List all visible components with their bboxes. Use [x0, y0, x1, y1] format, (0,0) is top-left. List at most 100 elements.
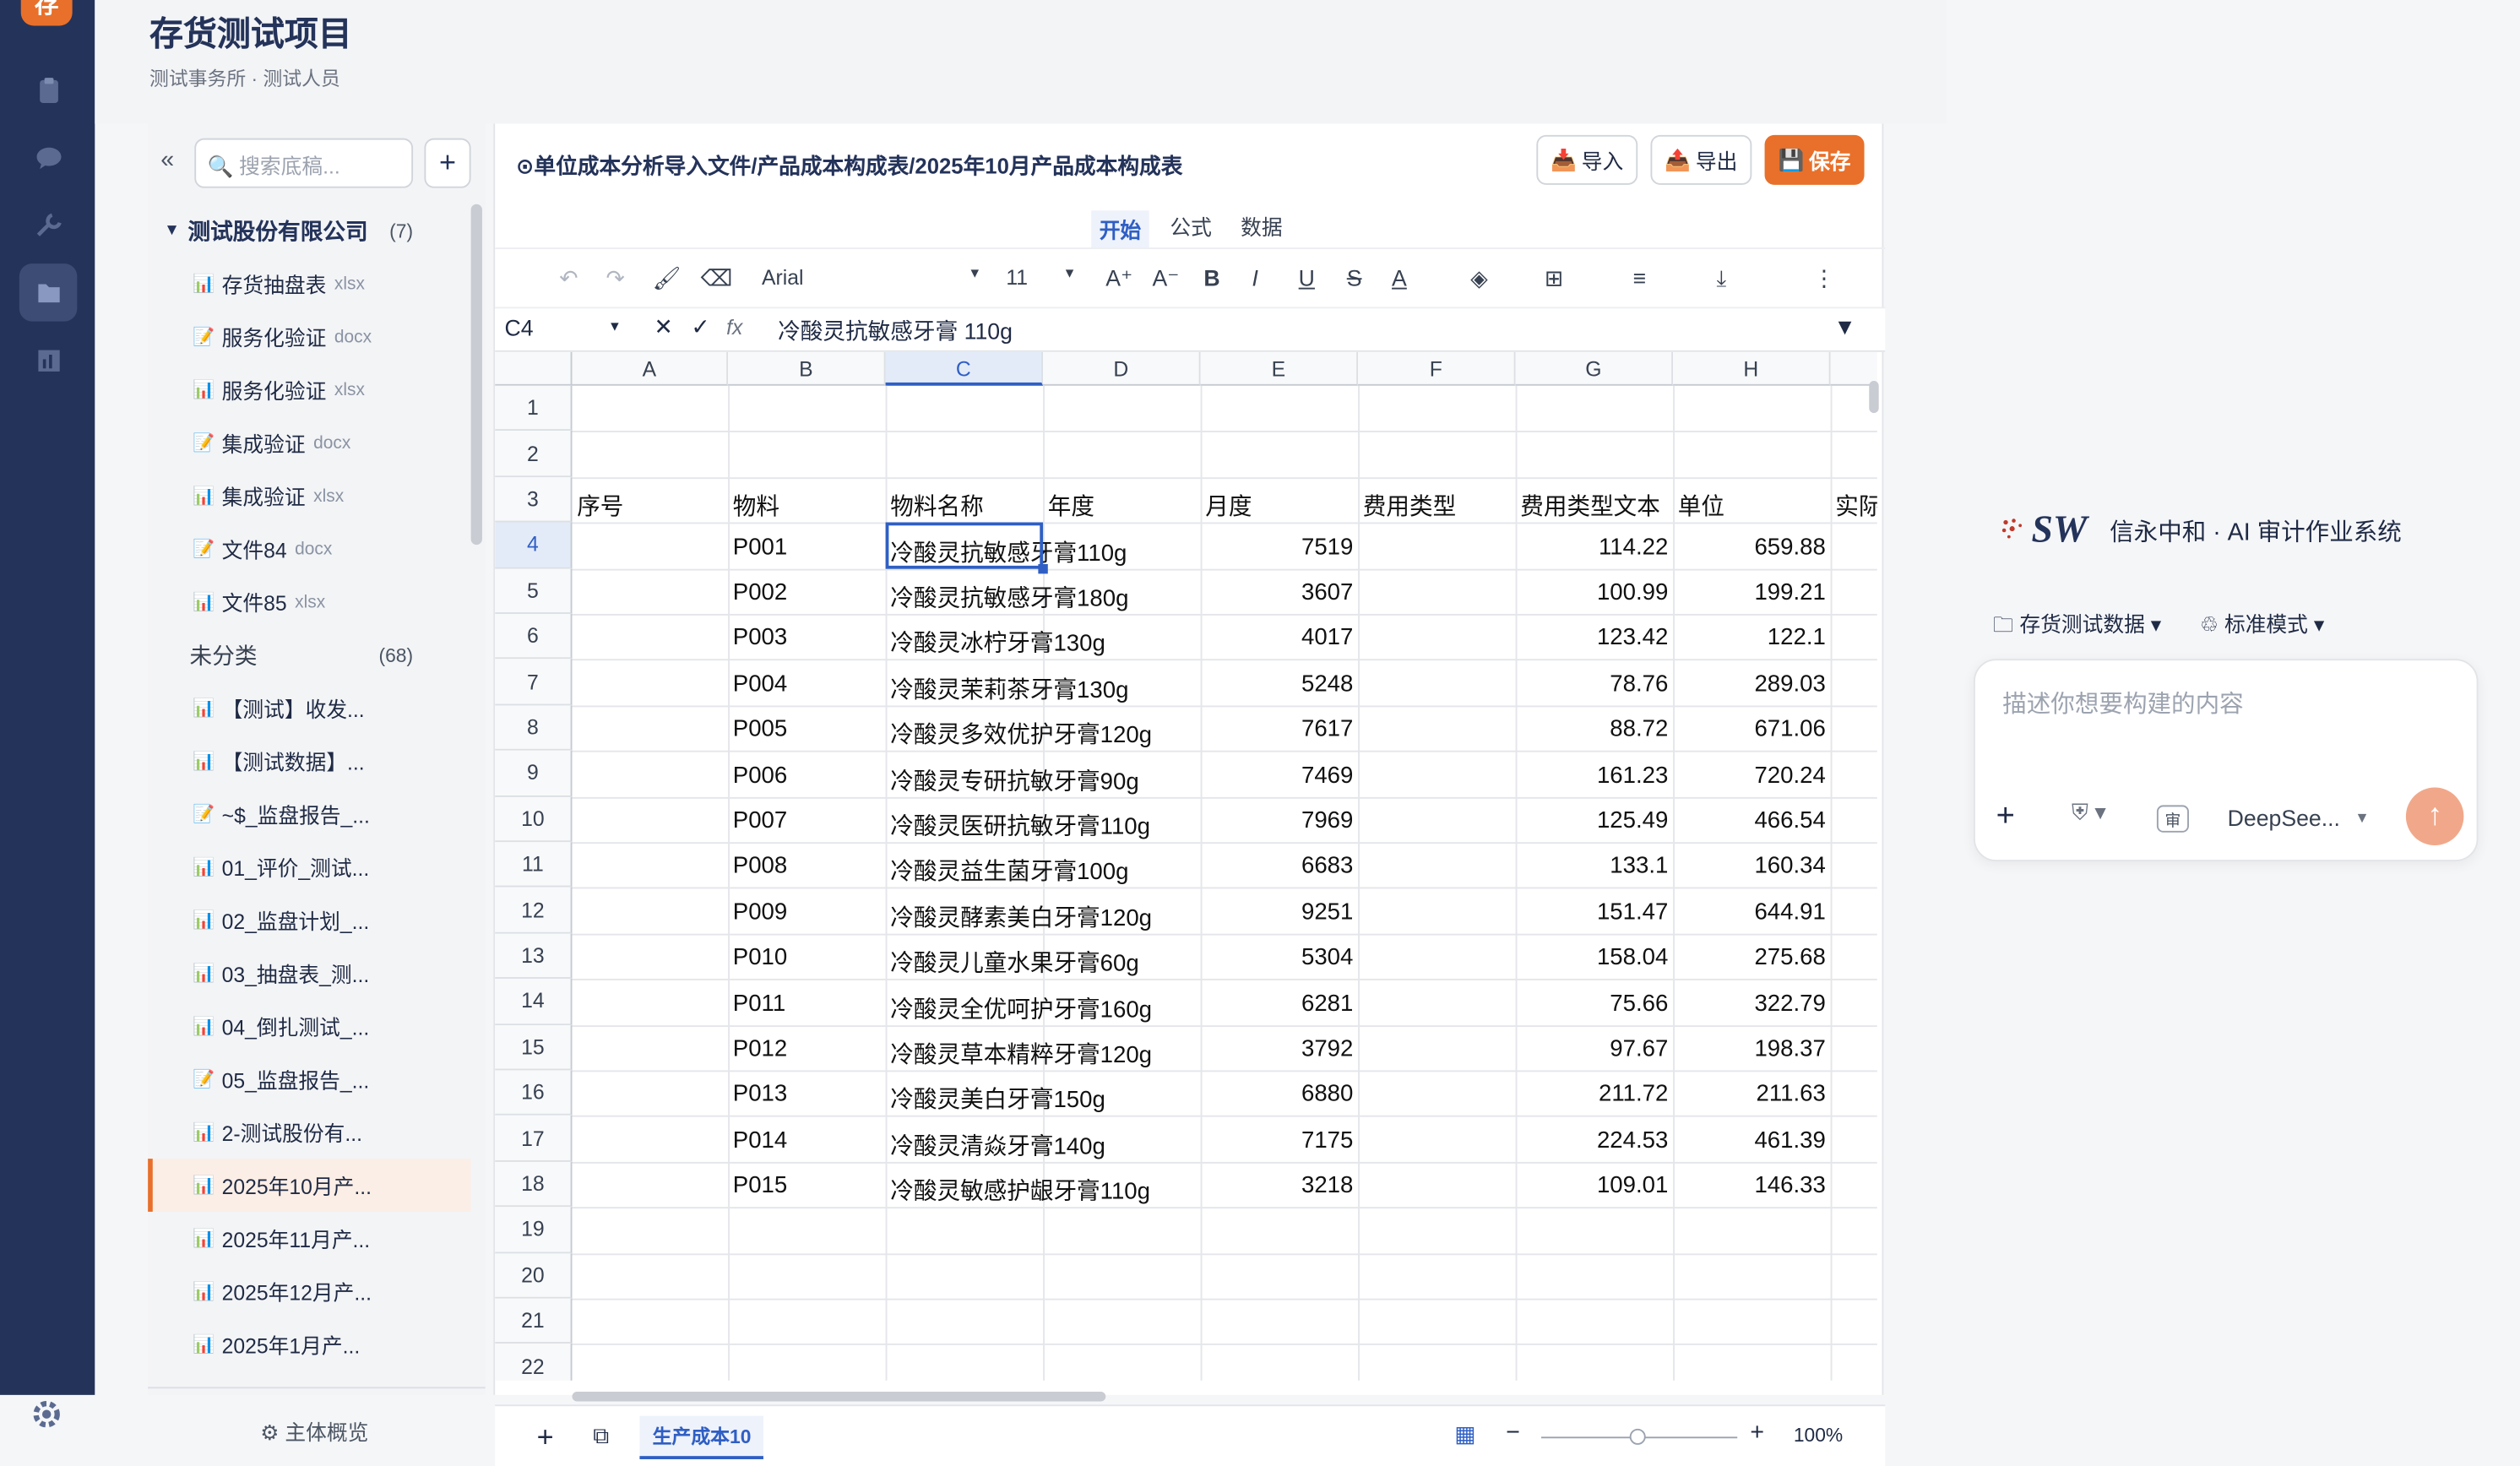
tree-group-1[interactable]: ▼ 测试股份有限公司 (7): [148, 204, 471, 258]
font-decrease-icon[interactable]: A⁻: [1152, 265, 1179, 292]
row-header[interactable]: 6: [495, 613, 573, 660]
send-button[interactable]: ↑: [2405, 787, 2464, 846]
unit-value[interactable]: 198.37: [1673, 1036, 1825, 1061]
month-value[interactable]: 6880: [1201, 1083, 1353, 1108]
material-code[interactable]: P012: [733, 1036, 787, 1061]
header-cell[interactable]: 单位: [1678, 489, 1724, 523]
expand-formula-icon[interactable]: ▼: [1833, 313, 1855, 339]
unit-value[interactable]: 461.39: [1673, 1128, 1825, 1154]
month-value[interactable]: 7969: [1201, 808, 1353, 833]
month-value[interactable]: 6281: [1201, 991, 1353, 1016]
cell-grid[interactable]: A B C D E F G H 1 2 3 4 5 6 7 8 9 10 11 12 13 14 15 16 17 18 19 20 2…: [495, 351, 1877, 1381]
row-header[interactable]: 22: [495, 1344, 573, 1381]
material-name[interactable]: 冷酸灵敏感护龈牙膏110g: [890, 1174, 1150, 1208]
material-code[interactable]: P015: [733, 1174, 787, 1199]
row-header[interactable]: 5: [495, 567, 573, 614]
database-select[interactable]: 🗀 存货测试数据 ▾: [1993, 607, 2161, 646]
material-name[interactable]: 冷酸灵益生菌牙膏100g: [890, 854, 1128, 888]
row-header[interactable]: 9: [495, 751, 573, 797]
unit-value[interactable]: 275.68: [1673, 945, 1825, 970]
unit-value[interactable]: 146.33: [1673, 1174, 1825, 1199]
format-painter-icon[interactable]: 🖌: [653, 265, 682, 292]
file-item[interactable]: 📝 05_监盘报告_...: [148, 1053, 471, 1106]
row-header[interactable]: 13: [495, 933, 573, 980]
row-header[interactable]: 15: [495, 1024, 573, 1071]
valign-icon[interactable]: ⤓: [1716, 265, 1726, 292]
column-header[interactable]: B: [728, 351, 886, 386]
border-icon[interactable]: ⊞: [1545, 265, 1563, 292]
material-name[interactable]: 冷酸灵全优呵护牙膏160g: [890, 991, 1152, 1024]
undo-icon[interactable]: ↶: [559, 265, 578, 292]
row-header[interactable]: 4: [495, 522, 573, 568]
row-header[interactable]: 20: [495, 1252, 573, 1299]
month-value[interactable]: 7617: [1201, 717, 1353, 742]
add-attachment-icon[interactable]: +: [1996, 799, 2015, 836]
column-header[interactable]: C: [885, 351, 1044, 386]
expense-text-value[interactable]: 109.01: [1516, 1174, 1668, 1199]
row-header[interactable]: 2: [495, 431, 573, 477]
expense-text-value[interactable]: 151.47: [1516, 899, 1668, 925]
chart-icon[interactable]: [19, 331, 78, 389]
expense-text-value[interactable]: 133.1: [1516, 854, 1668, 879]
material-code[interactable]: P007: [733, 808, 787, 833]
collapse-sidebar-icon[interactable]: «: [160, 146, 174, 173]
material-name[interactable]: 冷酸灵儿童水果牙膏60g: [890, 945, 1138, 979]
sidebar-scrollbar[interactable]: [470, 204, 482, 546]
file-item[interactable]: 📊 存货抽盘表 xlsx: [148, 257, 471, 310]
material-name[interactable]: 冷酸灵医研抗敏牙膏110g: [890, 808, 1150, 842]
mode-select[interactable]: ♲ 标准模式 ▾: [2200, 607, 2324, 646]
column-header[interactable]: A: [572, 351, 729, 386]
font-increase-icon[interactable]: A⁺: [1105, 265, 1132, 292]
confirm-icon[interactable]: ✓: [691, 313, 709, 340]
save-button[interactable]: 💾 保存: [1764, 134, 1865, 185]
material-code[interactable]: P004: [733, 671, 787, 697]
cell-reference-box[interactable]: C4: [505, 315, 534, 340]
bold-icon[interactable]: B: [1203, 265, 1219, 290]
row-header[interactable]: 8: [495, 705, 573, 752]
header-cell[interactable]: 费用类型: [1363, 489, 1456, 523]
column-header[interactable]: [1830, 351, 1877, 386]
unit-value[interactable]: 211.63: [1673, 1083, 1826, 1108]
file-item[interactable]: 📊 【测试数据】...: [148, 735, 471, 788]
file-item[interactable]: 📊 2025年10月产...: [148, 1159, 471, 1212]
row-header[interactable]: 17: [495, 1116, 573, 1162]
file-item[interactable]: 📊 【测试】收发...: [148, 681, 471, 735]
horizontal-scrollbar[interactable]: [572, 1392, 1106, 1402]
tab-data[interactable]: 数据: [1241, 210, 1283, 241]
file-item[interactable]: 📊 2025年11月产...: [148, 1212, 471, 1265]
row-header[interactable]: 16: [495, 1070, 573, 1116]
month-value[interactable]: 3218: [1201, 1174, 1353, 1199]
material-code[interactable]: P005: [733, 717, 787, 742]
material-name[interactable]: 冷酸灵美白牙膏150g: [890, 1083, 1105, 1116]
folder-icon[interactable]: [19, 263, 78, 322]
app-logo[interactable]: 存: [20, 0, 73, 26]
chat-icon[interactable]: [19, 128, 78, 187]
expense-text-value[interactable]: 100.99: [1516, 580, 1668, 605]
header-cell[interactable]: 实际: [1835, 489, 1876, 523]
row-header[interactable]: 1: [495, 385, 573, 432]
material-code[interactable]: P011: [733, 991, 785, 1016]
font-family-select[interactable]: Arial: [762, 265, 804, 290]
formula-input[interactable]: 冷酸灵抗敏感牙膏 110g: [778, 315, 1013, 347]
file-item[interactable]: 📊 01_评价_测试...: [148, 840, 471, 893]
unit-value[interactable]: 199.21: [1673, 580, 1825, 605]
material-name[interactable]: 冷酸灵冰柠牙膏130g: [890, 626, 1105, 660]
material-name[interactable]: 冷酸灵专研抗敏牙膏90g: [890, 763, 1138, 796]
expense-text-value[interactable]: 123.42: [1516, 626, 1668, 651]
material-name[interactable]: 冷酸灵抗敏感牙膏180g: [890, 580, 1128, 614]
month-value[interactable]: 9251: [1201, 899, 1353, 925]
unit-value[interactable]: 671.06: [1673, 717, 1825, 742]
column-header[interactable]: D: [1043, 351, 1201, 386]
material-code[interactable]: P013: [733, 1083, 787, 1108]
clipboard-icon[interactable]: [19, 61, 78, 119]
header-cell[interactable]: 月度: [1205, 489, 1252, 523]
material-name[interactable]: 冷酸灵酵素美白牙膏120g: [890, 899, 1152, 933]
material-name[interactable]: 冷酸灵茉莉茶牙膏130g: [890, 671, 1128, 705]
underline-icon[interactable]: U: [1299, 265, 1315, 290]
row-header[interactable]: 19: [495, 1207, 573, 1253]
unit-value[interactable]: 160.34: [1673, 854, 1825, 879]
expense-text-value[interactable]: 211.72: [1516, 1083, 1668, 1108]
file-item[interactable]: 📊 03_抽盘表_测...: [148, 947, 471, 1000]
header-cell[interactable]: 物料名称: [890, 489, 983, 523]
file-item[interactable]: 📊 2025年1月产...: [148, 1318, 471, 1371]
